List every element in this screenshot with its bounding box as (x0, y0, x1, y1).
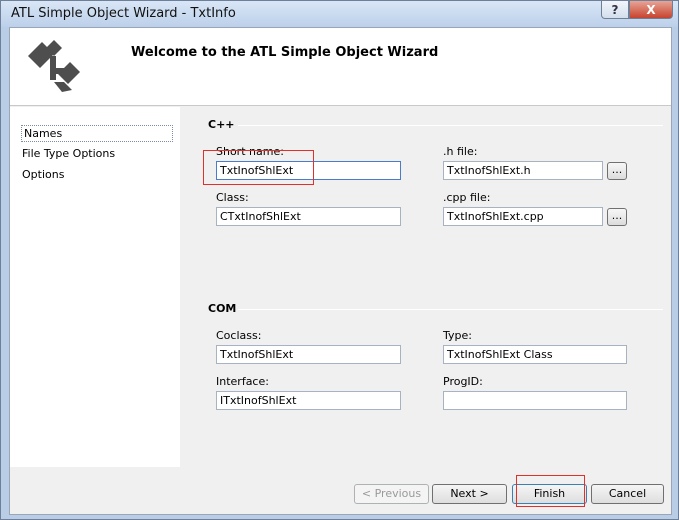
nav-item-options[interactable]: Options (20, 167, 66, 182)
com-group-title: COM (208, 302, 237, 315)
coclass-label: Coclass: (216, 329, 262, 342)
previous-button[interactable]: < Previous (354, 484, 429, 504)
interface-label: Interface: (216, 375, 269, 388)
next-button[interactable]: Next > (432, 484, 507, 504)
atl-wizard-logo-icon (28, 40, 80, 92)
cpp-group-title: C++ (208, 118, 235, 131)
h-file-browse-button[interactable]: ... (607, 162, 627, 180)
h-file-label: .h file: (443, 145, 478, 158)
h-file-input[interactable]: TxtInofShlExt.h (443, 161, 603, 180)
cpp-file-browse-button[interactable]: ... (607, 208, 627, 226)
class-label: Class: (216, 191, 249, 204)
nav-item-names[interactable]: Names (21, 125, 173, 142)
type-label: Type: (443, 329, 472, 342)
cpp-file-input[interactable]: TxtInofShlExt.cpp (443, 207, 603, 226)
coclass-input[interactable]: TxtInofShlExt (216, 345, 401, 364)
close-button[interactable]: X (629, 1, 673, 19)
cpp-group-divider (238, 125, 663, 126)
help-button[interactable]: ? (601, 1, 629, 19)
class-input[interactable]: CTxtInofShlExt (216, 207, 401, 226)
type-input[interactable]: TxtInofShlExt Class (443, 345, 627, 364)
page-title: Welcome to the ATL Simple Object Wizard (131, 45, 439, 60)
cancel-button[interactable]: Cancel (591, 484, 664, 504)
interface-input[interactable]: ITxtInofShlExt (216, 391, 401, 410)
wizard-header: Welcome to the ATL Simple Object Wizard (10, 28, 671, 106)
com-group-divider (238, 309, 663, 310)
wizard-client-area: Welcome to the ATL Simple Object Wizard … (9, 27, 672, 515)
title-bar[interactable]: ATL Simple Object Wizard - TxtInfo ? X (1, 1, 678, 27)
progid-input[interactable] (443, 391, 627, 410)
cpp-file-label: .cpp file: (443, 191, 491, 204)
nav-item-file-type-options[interactable]: File Type Options (20, 146, 117, 161)
progid-label: ProgID: (443, 375, 483, 388)
wizard-window: ATL Simple Object Wizard - TxtInfo ? X W… (0, 0, 679, 520)
window-title: ATL Simple Object Wizard - TxtInfo (11, 6, 236, 21)
annotation-highlight-finish (516, 475, 585, 507)
annotation-highlight-short-name (203, 150, 314, 185)
left-navigation: Names File Type Options Options (10, 107, 180, 467)
